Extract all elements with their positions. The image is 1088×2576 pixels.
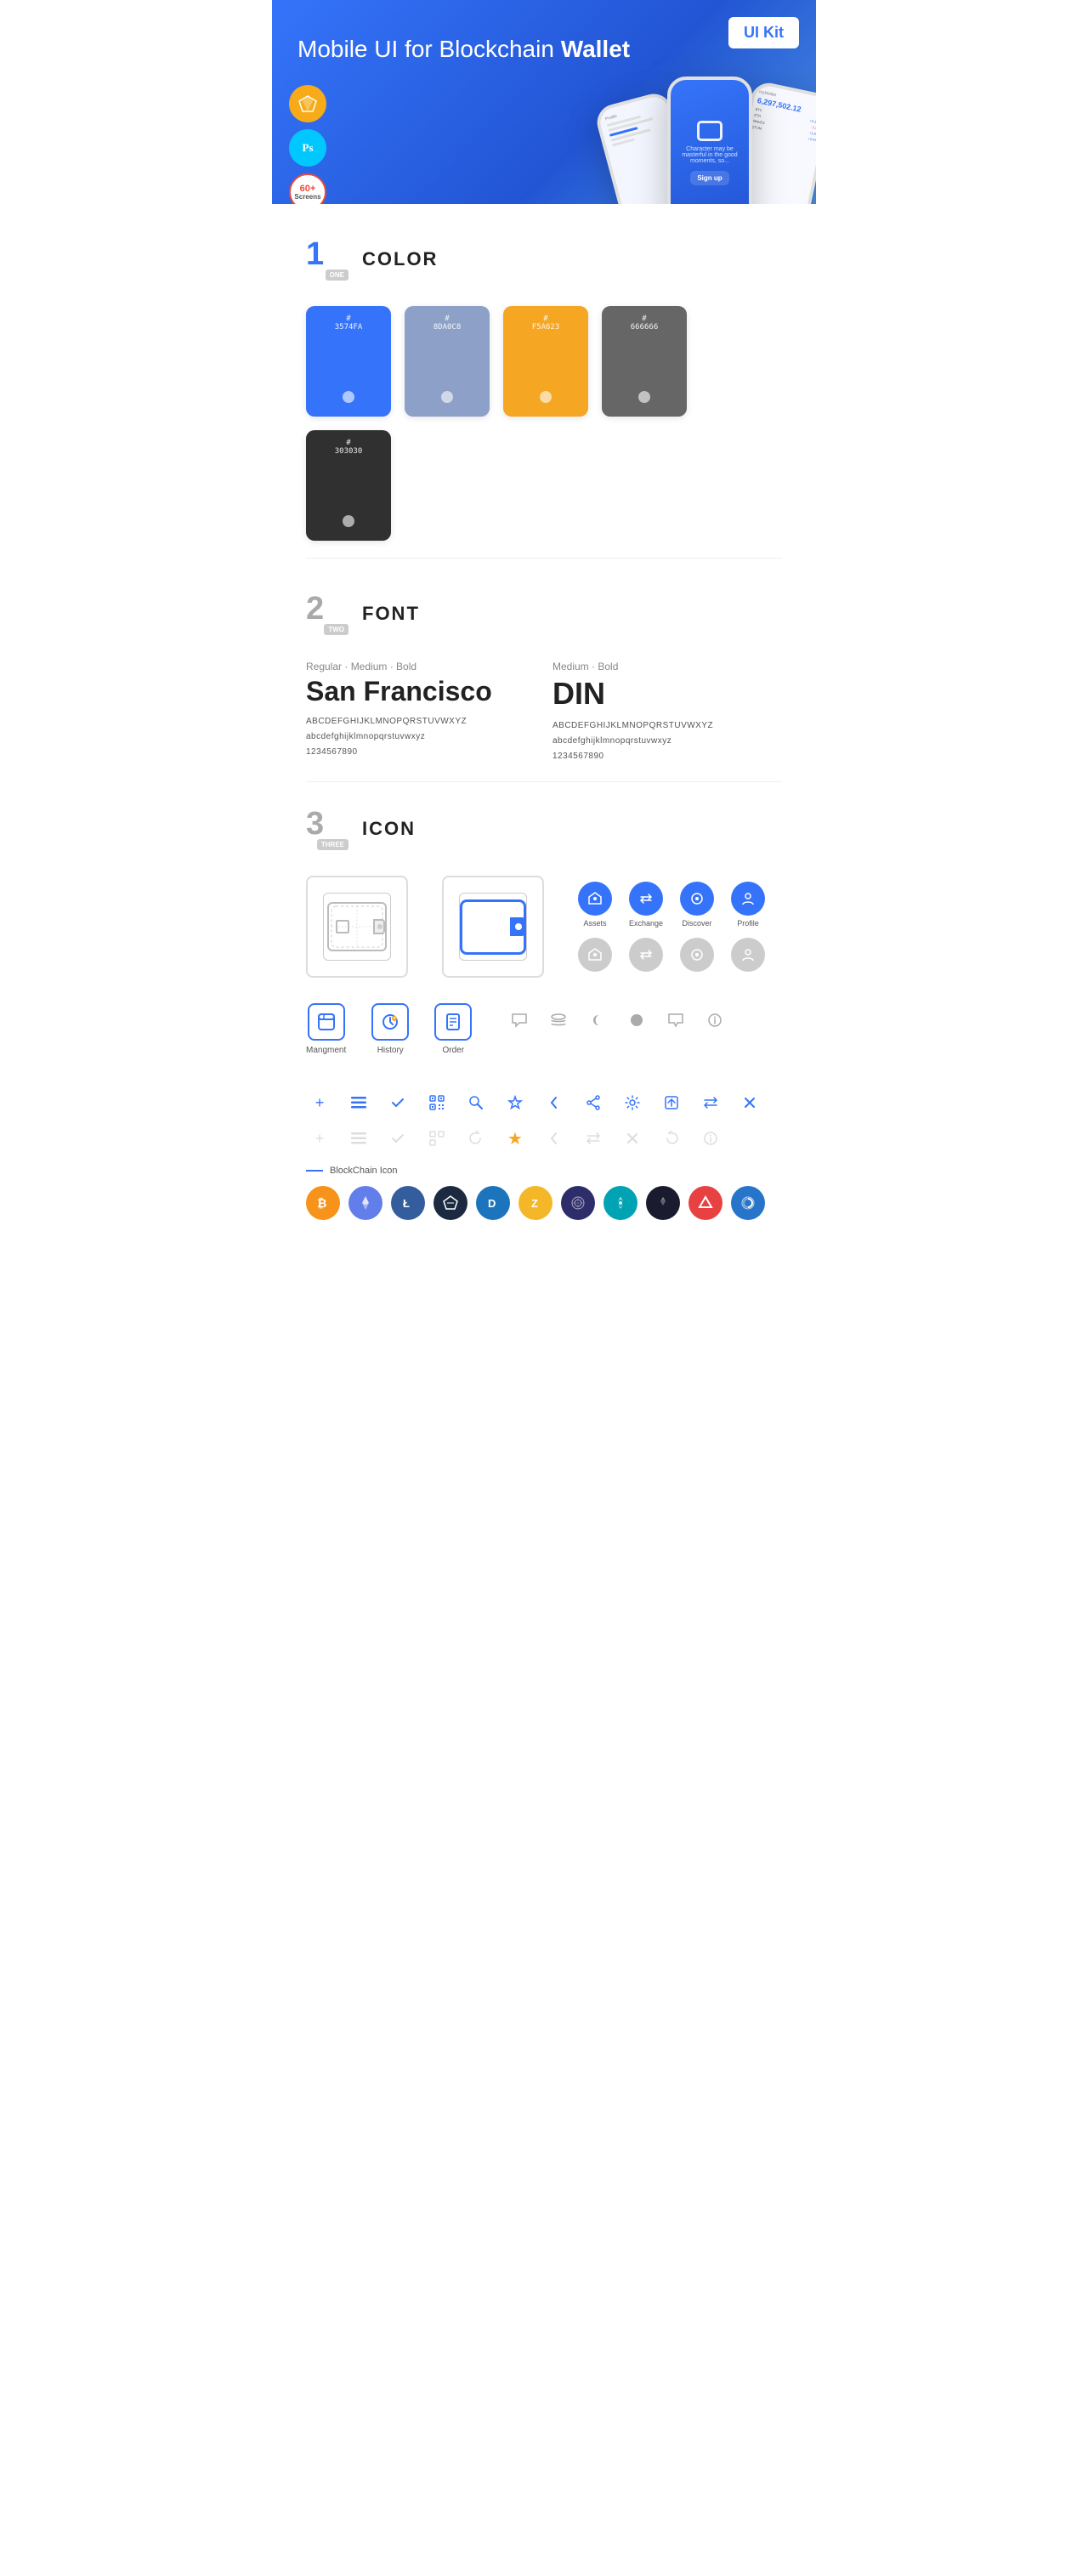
nav-icons-ghost bbox=[578, 938, 765, 972]
swap-ghost-icon bbox=[580, 1125, 607, 1152]
font-section-header: 2 TWO FONT bbox=[306, 593, 782, 635]
swatch-orange: #F5A623 bbox=[503, 306, 588, 417]
management-app-icon: Mangment bbox=[306, 1003, 346, 1055]
info-ghost-icon bbox=[697, 1125, 724, 1152]
profile-ghost-icon bbox=[731, 938, 765, 972]
color-swatches: #3574FA #8DA0C8 #F5A623 #666666 #303030 bbox=[306, 306, 782, 541]
font-section-number: 2 TWO bbox=[306, 593, 348, 635]
ps-badge: Ps bbox=[289, 129, 326, 167]
discover-nav-icon: Discover bbox=[680, 882, 714, 928]
usdc-icon bbox=[731, 1186, 765, 1220]
svg-text:Z: Z bbox=[531, 1197, 538, 1210]
check-ghost-icon bbox=[384, 1125, 411, 1152]
icon-guide-box-1 bbox=[306, 876, 408, 978]
nav-icons-colored: Assets Exchange Discover bbox=[578, 882, 765, 928]
sketch-badge bbox=[289, 85, 326, 122]
litecoin-icon: Ł bbox=[391, 1186, 425, 1220]
search-icon[interactable] bbox=[462, 1089, 490, 1116]
blockchain-line bbox=[306, 1170, 323, 1172]
checkmark-icon bbox=[384, 1089, 411, 1116]
ethereum-icon bbox=[348, 1186, 382, 1220]
swatch-gray: #666666 bbox=[602, 306, 687, 417]
profile-nav-icon: Profile bbox=[731, 882, 765, 928]
svg-text:Ł: Ł bbox=[403, 1197, 410, 1210]
misc-icons-right bbox=[506, 1007, 728, 1034]
swatch-blue: #3574FA bbox=[306, 306, 391, 417]
icon-section-number: 3 THREE bbox=[306, 808, 348, 850]
star-icon bbox=[502, 1089, 529, 1116]
speech-bubble-icon bbox=[662, 1007, 689, 1034]
swap-icon bbox=[697, 1089, 724, 1116]
icon-section: 3 THREE ICON bbox=[272, 782, 816, 1271]
color-section-title: COLOR bbox=[362, 248, 438, 270]
zcash-icon: Z bbox=[518, 1186, 552, 1220]
qr-icon bbox=[423, 1089, 450, 1116]
wallet-colored-icon bbox=[460, 899, 526, 955]
star-ghost-icon: ★ bbox=[502, 1125, 529, 1152]
phones-mockup: Profile Character may be masterful in th… bbox=[591, 77, 816, 204]
upload-icon bbox=[658, 1089, 685, 1116]
waves-icon bbox=[434, 1186, 468, 1220]
font-grid: Regular · Medium · Bold San Francisco AB… bbox=[306, 661, 782, 764]
crypto-icons-row: ₿ Ł D Z bbox=[306, 1186, 782, 1220]
ghost-icons-row: + ★ bbox=[306, 1125, 782, 1152]
color-section: 1 ONE COLOR #3574FA #8DA0C8 #F5A623 #666… bbox=[272, 204, 816, 558]
info-icon bbox=[701, 1007, 728, 1034]
color-section-number: 1 ONE bbox=[306, 238, 348, 281]
refresh-ghost-icon bbox=[462, 1125, 490, 1152]
hero-section: Mobile UI for Blockchain Wallet UI Kit P… bbox=[272, 0, 816, 204]
back-icon bbox=[541, 1089, 568, 1116]
icon-section-title: ICON bbox=[362, 818, 416, 840]
list-ghost-icon bbox=[345, 1125, 372, 1152]
grid-icon bbox=[561, 1186, 595, 1220]
order-app-icon: Order bbox=[434, 1003, 472, 1055]
history-app-icon: History bbox=[371, 1003, 409, 1055]
discover-ghost-icon bbox=[680, 938, 714, 972]
chat-icon bbox=[506, 1007, 533, 1034]
icon-guide-box-2 bbox=[442, 876, 544, 978]
share-icon bbox=[580, 1089, 607, 1116]
hero-title: Mobile UI for Blockchain Wallet bbox=[298, 34, 790, 65]
plus-ghost-icon: + bbox=[306, 1125, 333, 1152]
plus-icon: + bbox=[306, 1089, 333, 1116]
font-section: 2 TWO FONT Regular · Medium · Bold San F… bbox=[272, 559, 816, 781]
color-section-header: 1 ONE COLOR bbox=[306, 238, 782, 281]
crescent-icon bbox=[584, 1007, 611, 1034]
ui-kit-badge: UI Kit bbox=[728, 17, 799, 48]
phone-mid: Character may be masterful in the good m… bbox=[667, 77, 752, 204]
app-icons-row: Mangment History Order bbox=[306, 1003, 472, 1055]
redo-ghost-icon bbox=[658, 1125, 685, 1152]
swatch-grayblue: #8DA0C8 bbox=[405, 306, 490, 417]
bitcoin-icon: ₿ bbox=[306, 1186, 340, 1220]
x-ghost-icon bbox=[619, 1125, 646, 1152]
assets-ghost-icon bbox=[578, 938, 612, 972]
qr-ghost-icon bbox=[423, 1125, 450, 1152]
exchange-ghost-icon bbox=[629, 938, 663, 972]
screens-badge: 60+ Screens bbox=[289, 173, 326, 204]
assets-nav-icon: Assets bbox=[578, 882, 612, 928]
svg-text:D: D bbox=[488, 1197, 496, 1210]
ada-icon bbox=[604, 1186, 638, 1220]
back-ghost-icon bbox=[541, 1125, 568, 1152]
misc-icons-colored: + bbox=[306, 1089, 782, 1116]
dash-icon: D bbox=[476, 1186, 510, 1220]
layers-icon bbox=[545, 1007, 572, 1034]
settings-icon[interactable] bbox=[619, 1089, 646, 1116]
avax-icon bbox=[688, 1186, 722, 1220]
hero-badges: Ps 60+ Screens bbox=[289, 85, 326, 204]
font-din: Medium · Bold DIN ABCDEFGHIJKLMNOPQRSTUV… bbox=[552, 661, 782, 764]
exchange-nav-icon: Exchange bbox=[629, 882, 663, 928]
circle-icon bbox=[623, 1007, 650, 1034]
dark-icon bbox=[646, 1186, 680, 1220]
swatch-dark: #303030 bbox=[306, 430, 391, 541]
list-icon bbox=[345, 1089, 372, 1116]
font-section-title: FONT bbox=[362, 603, 420, 625]
blockchain-label: BlockChain Icon bbox=[306, 1166, 782, 1176]
icon-section-header: 3 THREE ICON bbox=[306, 808, 782, 850]
svg-text:₿: ₿ bbox=[317, 1196, 326, 1210]
close-icon[interactable] bbox=[736, 1089, 763, 1116]
font-san-francisco: Regular · Medium · Bold San Francisco AB… bbox=[306, 661, 536, 764]
